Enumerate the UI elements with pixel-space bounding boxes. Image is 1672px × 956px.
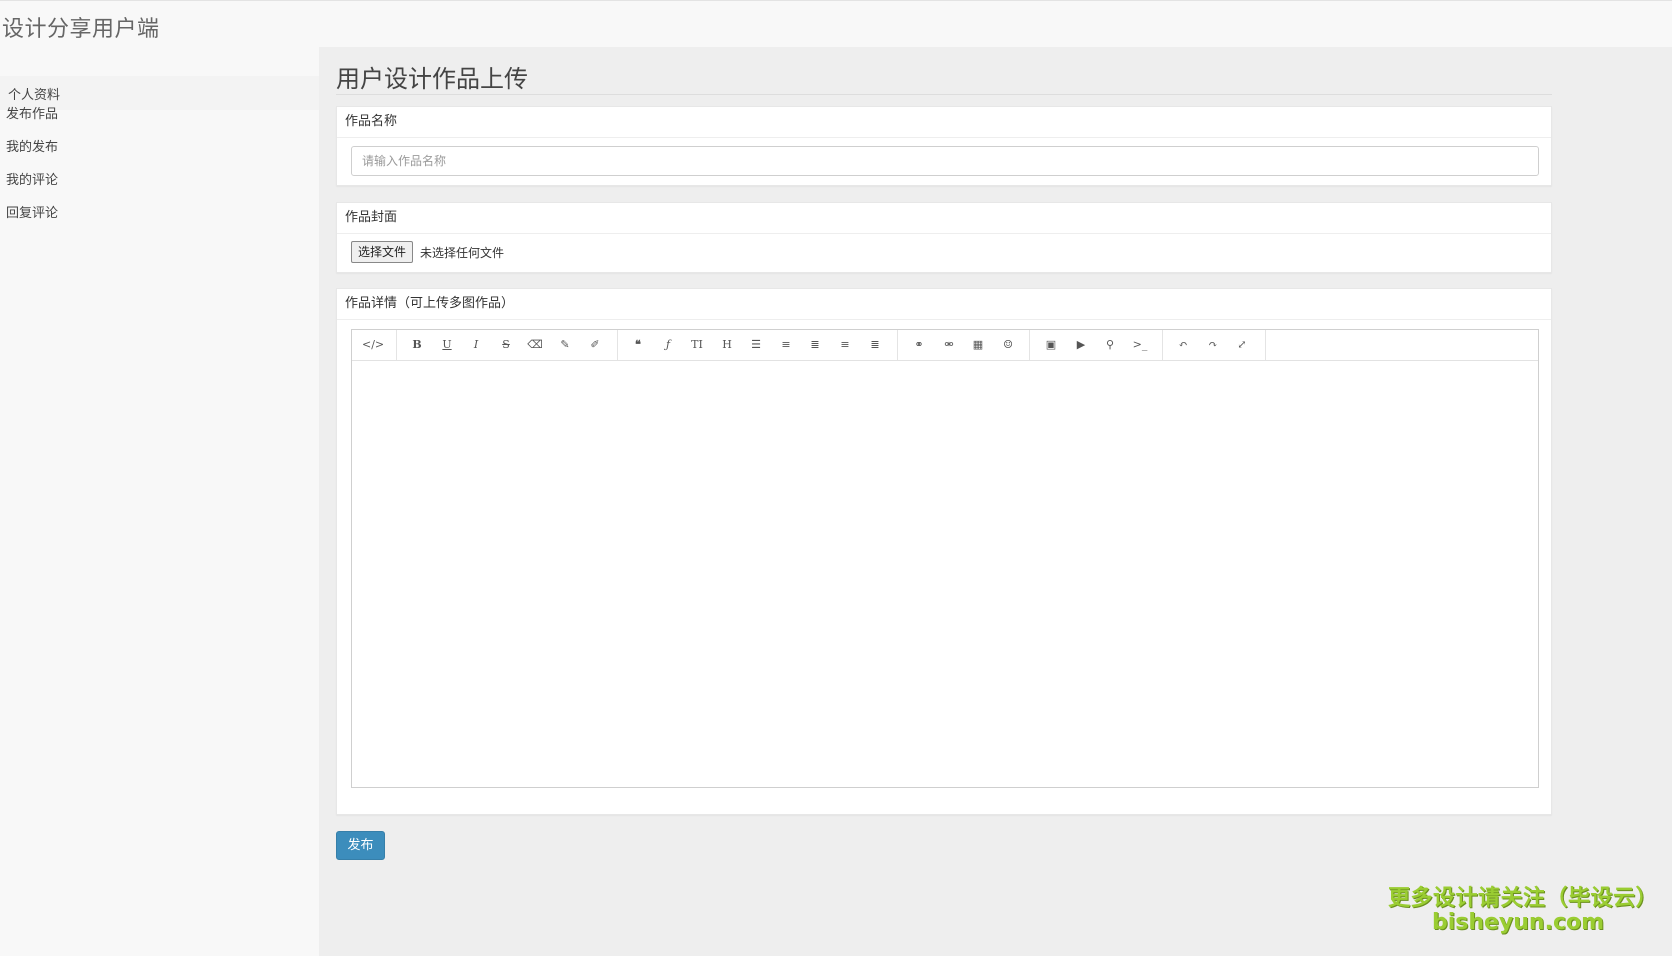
toolbar-divider xyxy=(1029,330,1030,360)
video-icon[interactable]: ▶ xyxy=(1070,336,1092,354)
editor-toolbar: </> B U I S ⌫ ✎ ✐ ❝ ƒ TI H ☰ ≡ ≣ ≡ ≣ ⚭ ⚮… xyxy=(352,330,1538,361)
sidebar-item-label: 个人资料 xyxy=(8,88,61,103)
brush-icon[interactable]: ✐ xyxy=(584,336,606,354)
toolbar-divider xyxy=(897,330,898,360)
fullscreen-icon[interactable]: ⤢ xyxy=(1231,336,1253,354)
unordered-list-icon[interactable]: ☰ xyxy=(745,336,767,354)
cover-label: 作品封面 xyxy=(337,203,1551,234)
main-content: 用户设计作品上传 作品名称 作品封面 选择文件 未选择任何文件 作品详情（可上传… xyxy=(319,47,1672,956)
toolbar-divider xyxy=(1162,330,1163,360)
emoji-icon[interactable]: ☺ xyxy=(997,336,1019,354)
choose-file-button[interactable]: 选择文件 xyxy=(351,241,414,263)
unlink-icon[interactable]: ⚮ xyxy=(938,336,960,354)
sidebar-item-reply-comments[interactable]: 回复评论 xyxy=(6,202,58,221)
font-size-icon[interactable]: TI xyxy=(686,336,708,354)
top-bar: 设计分享用户端 xyxy=(0,0,1672,47)
cover-panel: 作品封面 选择文件 未选择任何文件 xyxy=(336,202,1552,273)
sidebar-item-my-comments[interactable]: 我的评论 xyxy=(6,169,58,188)
title-divider xyxy=(336,94,1552,95)
redo-icon[interactable]: ↷ xyxy=(1202,336,1224,354)
quote-icon[interactable]: ❝ xyxy=(627,336,649,354)
publish-button[interactable]: 发布 xyxy=(336,831,385,860)
map-marker-icon[interactable]: ⚲ xyxy=(1099,336,1121,354)
align-center-icon[interactable]: ≡ xyxy=(834,336,856,354)
watermark-line2: bisheyun.com xyxy=(1431,910,1605,935)
undo-icon[interactable]: ↶ xyxy=(1172,336,1194,354)
eraser-icon[interactable]: ⌫ xyxy=(524,336,546,354)
work-name-input[interactable] xyxy=(351,146,1539,176)
image-icon[interactable]: ▣ xyxy=(1040,336,1062,354)
toolbar-divider xyxy=(396,330,397,360)
pencil-icon[interactable]: ✎ xyxy=(554,336,576,354)
bold-icon[interactable]: B xyxy=(406,336,428,354)
link-icon[interactable]: ⚭ xyxy=(908,336,930,354)
italic-icon[interactable]: I xyxy=(465,336,487,354)
align-left-icon[interactable]: ≣ xyxy=(804,336,826,354)
sidebar-item-my-posts[interactable]: 我的发布 xyxy=(6,136,58,155)
sidebar: 个人资料 发布作品 我的发布 我的评论 回复评论 xyxy=(0,47,319,956)
font-family-icon[interactable]: ƒ xyxy=(657,336,679,354)
table-icon[interactable]: ▦ xyxy=(967,336,989,354)
detail-panel: 作品详情（可上传多图作品） </> B U I S ⌫ ✎ ✐ ❝ ƒ TI H… xyxy=(336,288,1552,815)
watermark-line1: 更多设计请关注（毕设云） xyxy=(1388,886,1659,911)
strikethrough-icon[interactable]: S xyxy=(495,336,517,354)
detail-label: 作品详情（可上传多图作品） xyxy=(337,289,1551,320)
page-title: 用户设计作品上传 xyxy=(336,65,528,93)
underline-icon[interactable]: U xyxy=(436,336,458,354)
rich-text-editor: </> B U I S ⌫ ✎ ✐ ❝ ƒ TI H ☰ ≡ ≣ ≡ ≣ ⚭ ⚮… xyxy=(351,329,1539,788)
file-status: 未选择任何文件 xyxy=(420,246,505,260)
ordered-list-icon[interactable]: ≡ xyxy=(775,336,797,354)
name-label: 作品名称 xyxy=(337,107,1551,138)
align-right-icon[interactable]: ≣ xyxy=(864,336,886,354)
sidebar-item-publish[interactable]: 发布作品 xyxy=(6,103,58,122)
toolbar-divider xyxy=(617,330,618,360)
editor-content-area[interactable] xyxy=(352,360,1538,787)
code-icon[interactable]: >_ xyxy=(1129,336,1151,354)
watermark: 更多设计请关注（毕设云） bisheyun.com xyxy=(1388,880,1659,935)
toolbar-divider xyxy=(1265,330,1266,360)
name-panel: 作品名称 xyxy=(336,106,1552,186)
heading-icon[interactable]: H xyxy=(716,336,738,354)
source-code-icon[interactable]: </> xyxy=(362,336,384,354)
brand-title: 设计分享用户端 xyxy=(2,17,160,42)
